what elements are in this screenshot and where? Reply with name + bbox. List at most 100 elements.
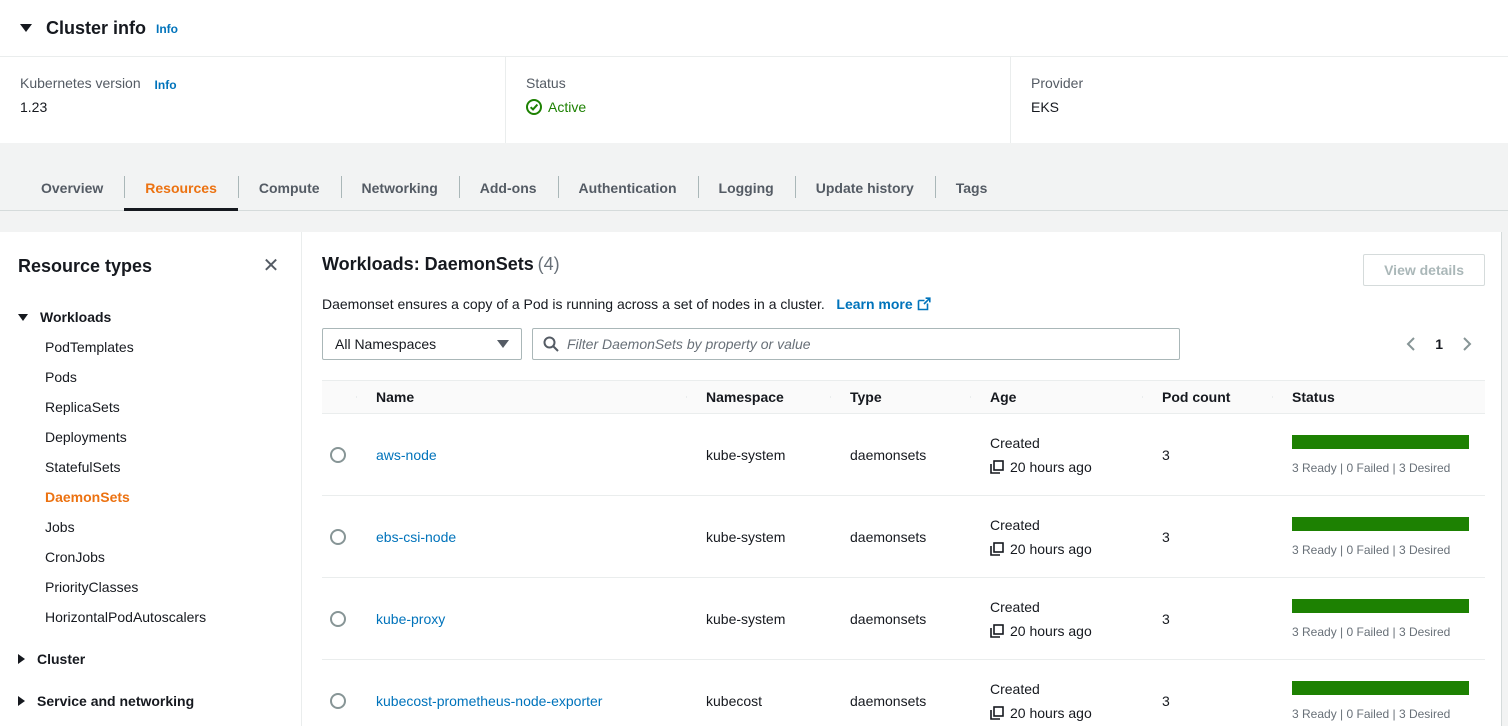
pod-count-cell: 3 — [1142, 693, 1272, 709]
table-header: Name Namespace Type Age Pod count Status — [322, 380, 1485, 414]
chevron-left-icon[interactable] — [1405, 336, 1417, 352]
status-progress-bar — [1292, 681, 1469, 695]
close-icon[interactable]: ✕ — [259, 254, 283, 278]
sidebar-item-podtemplates[interactable]: PodTemplates — [18, 332, 283, 362]
type-cell: daemonsets — [830, 529, 970, 545]
sidebar-item-jobs[interactable]: Jobs — [18, 512, 283, 542]
column-header-type[interactable]: Type — [830, 389, 970, 405]
sidebar-item-pods[interactable]: Pods — [18, 362, 283, 392]
cluster-info-info-link[interactable]: Info — [156, 22, 178, 36]
tab-logging[interactable]: Logging — [698, 168, 795, 210]
tab-resources[interactable]: Resources — [124, 168, 238, 210]
status-progress-bar — [1292, 435, 1469, 449]
column-header-age[interactable]: Age — [970, 389, 1142, 405]
search-icon — [543, 336, 559, 352]
copy-icon — [990, 542, 1004, 556]
daemonset-name-link[interactable]: aws-node — [376, 447, 437, 463]
sidebar-item-statefulsets[interactable]: StatefulSets — [18, 452, 283, 482]
caret-right-icon — [18, 654, 25, 664]
kubernetes-version-label: Kubernetes version — [20, 75, 141, 91]
pod-count-cell: 3 — [1142, 447, 1272, 463]
tab-compute[interactable]: Compute — [238, 168, 341, 210]
status-text: 3 Ready | 0 Failed | 3 Desired — [1292, 707, 1469, 721]
tab-tags[interactable]: Tags — [935, 168, 1009, 210]
cluster-info-header: Cluster info Info — [0, 0, 1508, 56]
sidebar-group-workloads[interactable]: Workloads — [18, 302, 283, 332]
status-cell: 3 Ready | 0 Failed | 3 Desired — [1272, 435, 1485, 475]
sidebar-group-cluster[interactable]: Cluster — [18, 644, 283, 674]
status-cell: 3 Ready | 0 Failed | 3 Desired — [1272, 681, 1485, 721]
resource-types-sidebar: Resource types ✕ Workloads PodTemplates … — [0, 232, 302, 726]
daemonsets-table: Name Namespace Type Age Pod count Status… — [322, 380, 1485, 726]
sidebar-item-cronjobs[interactable]: CronJobs — [18, 542, 283, 572]
daemonset-name-link[interactable]: kubecost-prometheus-node-exporter — [376, 693, 602, 709]
column-header-name[interactable]: Name — [356, 389, 686, 405]
provider-label: Provider — [1031, 75, 1488, 91]
sidebar-title: Resource types — [18, 256, 152, 277]
tab-update-history[interactable]: Update history — [795, 168, 935, 210]
kubernetes-version-value: 1.23 — [20, 99, 485, 115]
namespace-cell: kube-system — [686, 447, 830, 463]
daemonsets-main: Workloads: DaemonSets (4) View details D… — [302, 232, 1501, 726]
chevron-right-icon[interactable] — [1461, 336, 1473, 352]
table-row: ebs-csi-node kube-system daemonsets Crea… — [322, 496, 1485, 578]
table-row: aws-node kube-system daemonsets Created … — [322, 414, 1485, 496]
age-cell: Created 20 hours ago — [970, 599, 1142, 639]
status-progress-bar — [1292, 599, 1469, 613]
sidebar-item-horizontalpodautoscalers[interactable]: HorizontalPodAutoscalers — [18, 602, 283, 632]
cluster-info-title: Cluster info — [46, 18, 146, 39]
type-cell: daemonsets — [830, 611, 970, 627]
status-cell: 3 Ready | 0 Failed | 3 Desired — [1272, 517, 1485, 557]
tab-authentication[interactable]: Authentication — [558, 168, 698, 210]
chevron-down-icon — [497, 340, 509, 348]
provider-value: EKS — [1031, 99, 1488, 115]
description-text: Daemonset ensures a copy of a Pod is run… — [322, 296, 825, 312]
cluster-info-panel: Kubernetes version Info 1.23 Status Acti… — [0, 56, 1508, 143]
tab-add-ons[interactable]: Add-ons — [459, 168, 558, 210]
age-cell: Created 20 hours ago — [970, 435, 1142, 475]
daemonset-name-link[interactable]: kube-proxy — [376, 611, 445, 627]
namespace-cell: kubecost — [686, 693, 830, 709]
namespace-filter-select[interactable]: All Namespaces — [322, 328, 522, 360]
sidebar-item-daemonsets[interactable]: DaemonSets — [18, 482, 283, 512]
tab-overview[interactable]: Overview — [20, 168, 124, 210]
page-title: Workloads: DaemonSets — [322, 254, 534, 274]
caret-right-icon — [18, 696, 25, 706]
tab-networking[interactable]: Networking — [341, 168, 459, 210]
caret-down-icon — [18, 314, 28, 321]
pod-count-cell: 3 — [1142, 529, 1272, 545]
item-count: (4) — [538, 254, 560, 274]
kubernetes-version-info-link[interactable]: Info — [155, 78, 177, 92]
column-header-status[interactable]: Status — [1272, 389, 1485, 405]
spacer — [0, 211, 1508, 232]
search-input[interactable] — [567, 336, 1169, 352]
column-header-namespace[interactable]: Namespace — [686, 389, 830, 405]
external-link-icon[interactable] — [917, 297, 931, 314]
sidebar-item-deployments[interactable]: Deployments — [18, 422, 283, 452]
view-details-button[interactable]: View details — [1363, 254, 1485, 286]
row-radio-button[interactable] — [330, 693, 346, 709]
column-header-pod-count[interactable]: Pod count — [1142, 389, 1272, 405]
age-cell: Created 20 hours ago — [970, 681, 1142, 721]
table-row: kube-proxy kube-system daemonsets Create… — [322, 578, 1485, 660]
row-radio-button[interactable] — [330, 611, 346, 627]
page-number[interactable]: 1 — [1435, 336, 1443, 352]
status-text: 3 Ready | 0 Failed | 3 Desired — [1292, 543, 1469, 557]
sidebar-item-priorityclasses[interactable]: PriorityClasses — [18, 572, 283, 602]
status-ok-icon — [526, 99, 542, 115]
status-field: Status Active — [505, 57, 1010, 143]
tab-bar: Overview Resources Compute Networking Ad… — [0, 143, 1508, 211]
type-cell: daemonsets — [830, 447, 970, 463]
daemonset-name-link[interactable]: ebs-csi-node — [376, 529, 456, 545]
status-label: Status — [526, 75, 990, 91]
pagination: 1 — [1405, 336, 1485, 352]
namespace-cell: kube-system — [686, 529, 830, 545]
type-cell: daemonsets — [830, 693, 970, 709]
row-radio-button[interactable] — [330, 447, 346, 463]
sidebar-group-service-and-networking[interactable]: Service and networking — [18, 686, 283, 716]
learn-more-link[interactable]: Learn more — [836, 296, 912, 312]
row-radio-button[interactable] — [330, 529, 346, 545]
sidebar-item-replicasets[interactable]: ReplicaSets — [18, 392, 283, 422]
collapse-caret-icon[interactable] — [20, 24, 32, 32]
copy-icon — [990, 460, 1004, 474]
